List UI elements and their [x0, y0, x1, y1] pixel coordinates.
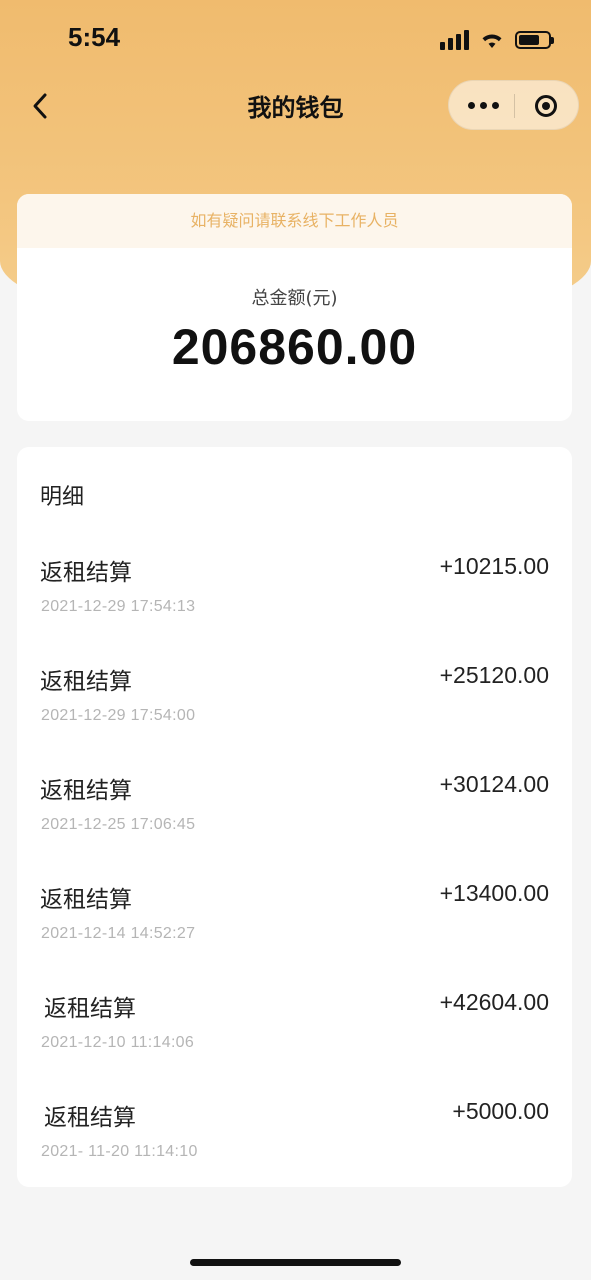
close-miniprogram-button[interactable] [529, 89, 563, 123]
transaction-time: 2021-12-25 17:06:45 [41, 816, 196, 833]
transaction-name: 返租结算 [40, 669, 132, 695]
wifi-icon [482, 34, 502, 48]
miniprogram-capsule [448, 80, 579, 130]
transaction-name: 返租结算 [44, 996, 136, 1022]
transaction-amount: +5000.00 [452, 1098, 549, 1124]
transaction-amount: +13400.00 [439, 880, 549, 906]
target-circle-icon [535, 95, 557, 117]
transaction-row[interactable]: 返租结算 +13400.00 2021-12-14 14:52:27 [17, 880, 572, 980]
transaction-amount: +25120.00 [439, 662, 549, 688]
detail-section-title: 明细 [40, 485, 85, 510]
battery-icon [515, 31, 554, 49]
transaction-row[interactable]: 返租结算 +10215.00 2021-12-29 17:54:13 [17, 553, 572, 653]
status-bar: 5:54 [0, 0, 591, 80]
capsule-divider [514, 94, 515, 118]
transaction-detail-card: 明细 返租结算 +10215.00 2021-12-29 17:54:13 返租… [17, 447, 572, 1187]
total-amount-label: 总金额(元) [251, 288, 338, 309]
transaction-row[interactable]: 返租结算 +25120.00 2021-12-29 17:54:00 [17, 662, 572, 762]
transaction-amount: +30124.00 [439, 771, 549, 797]
transaction-time: 2021-12-10 11:14:06 [41, 1034, 195, 1051]
transaction-amount: +10215.00 [439, 553, 549, 579]
transaction-time: 2021-12-29 17:54:00 [41, 707, 196, 724]
transaction-amount: +42604.00 [439, 989, 549, 1015]
more-options-button[interactable] [459, 87, 507, 123]
home-indicator[interactable] [190, 1259, 401, 1266]
transaction-name: 返租结算 [44, 1105, 136, 1131]
contact-notice: 如有疑问请联系线下工作人员 [17, 194, 572, 248]
transaction-name: 返租结算 [40, 560, 132, 586]
transaction-row[interactable]: 返租结算 +42604.00 2021-12-10 11:14:06 [17, 989, 572, 1089]
more-dots-icon [467, 101, 475, 109]
transaction-time: 2021- 11-20 11:14:10 [41, 1143, 198, 1160]
transaction-row[interactable]: 返租结算 +30124.00 2021-12-25 17:06:45 [17, 771, 572, 871]
transaction-name: 返租结算 [40, 887, 132, 913]
total-amount-value: 206860.00 [171, 319, 418, 375]
cellular-signal-icon [440, 30, 469, 50]
transaction-row[interactable]: 返租结算 +5000.00 2021- 11-20 11:14:10 [17, 1098, 572, 1198]
balance-card: 如有疑问请联系线下工作人员 总金额(元) 206860.00 [17, 194, 572, 421]
status-time: 5:54 [68, 22, 121, 52]
transaction-time: 2021-12-14 14:52:27 [41, 925, 196, 942]
transaction-time: 2021-12-29 17:54:13 [41, 598, 196, 615]
status-icons [440, 28, 554, 52]
transaction-name: 返租结算 [40, 778, 132, 804]
